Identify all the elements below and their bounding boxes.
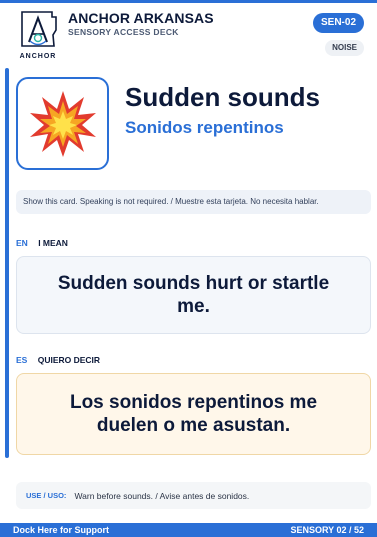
en-language-code: EN [16,238,28,248]
es-section-heading: QUIERO DECIR [37,355,101,365]
explosion-burst-icon [30,91,96,157]
org-name: ANCHOR ARKANSAS [68,10,214,26]
footer-bar: Dock Here for Support SENSORY 02 / 52 [0,523,377,537]
footer-support-link[interactable]: Dock Here for Support [13,523,109,537]
anchor-logo-icon [21,11,57,47]
card-code-badge: SEN-02 [312,13,364,33]
category-badge: NOISE [325,40,364,56]
footer-card-counter: SENSORY 02 / 52 [290,525,364,535]
en-section-header: EN I MEAN [16,238,68,248]
es-language-code: ES [16,355,28,365]
usage-text: Warn before sounds. / Avise antes de son… [74,490,250,501]
es-section-header: ES QUIERO DECIR [16,355,100,365]
card-title-es: Sonidos repentinos [125,118,284,137]
top-accent-line [0,0,377,3]
es-message-card: Los sonidos repentinos me duelen o me as… [16,373,371,455]
sensory-card-page: ANCHOR ANCHOR ARKANSAS SENSORY ACCESS DE… [0,0,377,537]
en-message-card: Sudden sounds hurt or startle me. [16,256,371,334]
card-title-en: Sudden sounds [125,82,320,112]
anchor-logo: ANCHOR [16,8,60,60]
en-section-heading: I MEAN [38,238,68,248]
deck-name: SENSORY ACCESS DECK [68,27,179,37]
logo-wordmark: ANCHOR [19,53,57,60]
instruction-strip: Show this card. Speaking is not required… [16,190,371,214]
usage-hint: USE / USO: Warn before sounds. / Avise a… [16,482,371,509]
left-accent-bar [5,68,9,458]
usage-label: USE / USO: [26,491,67,500]
es-message-text: Los sonidos repentinos me duelen o me as… [69,392,318,436]
card-icon-tile [16,77,109,170]
en-message-text: Sudden sounds hurt or startle me. [57,273,330,317]
